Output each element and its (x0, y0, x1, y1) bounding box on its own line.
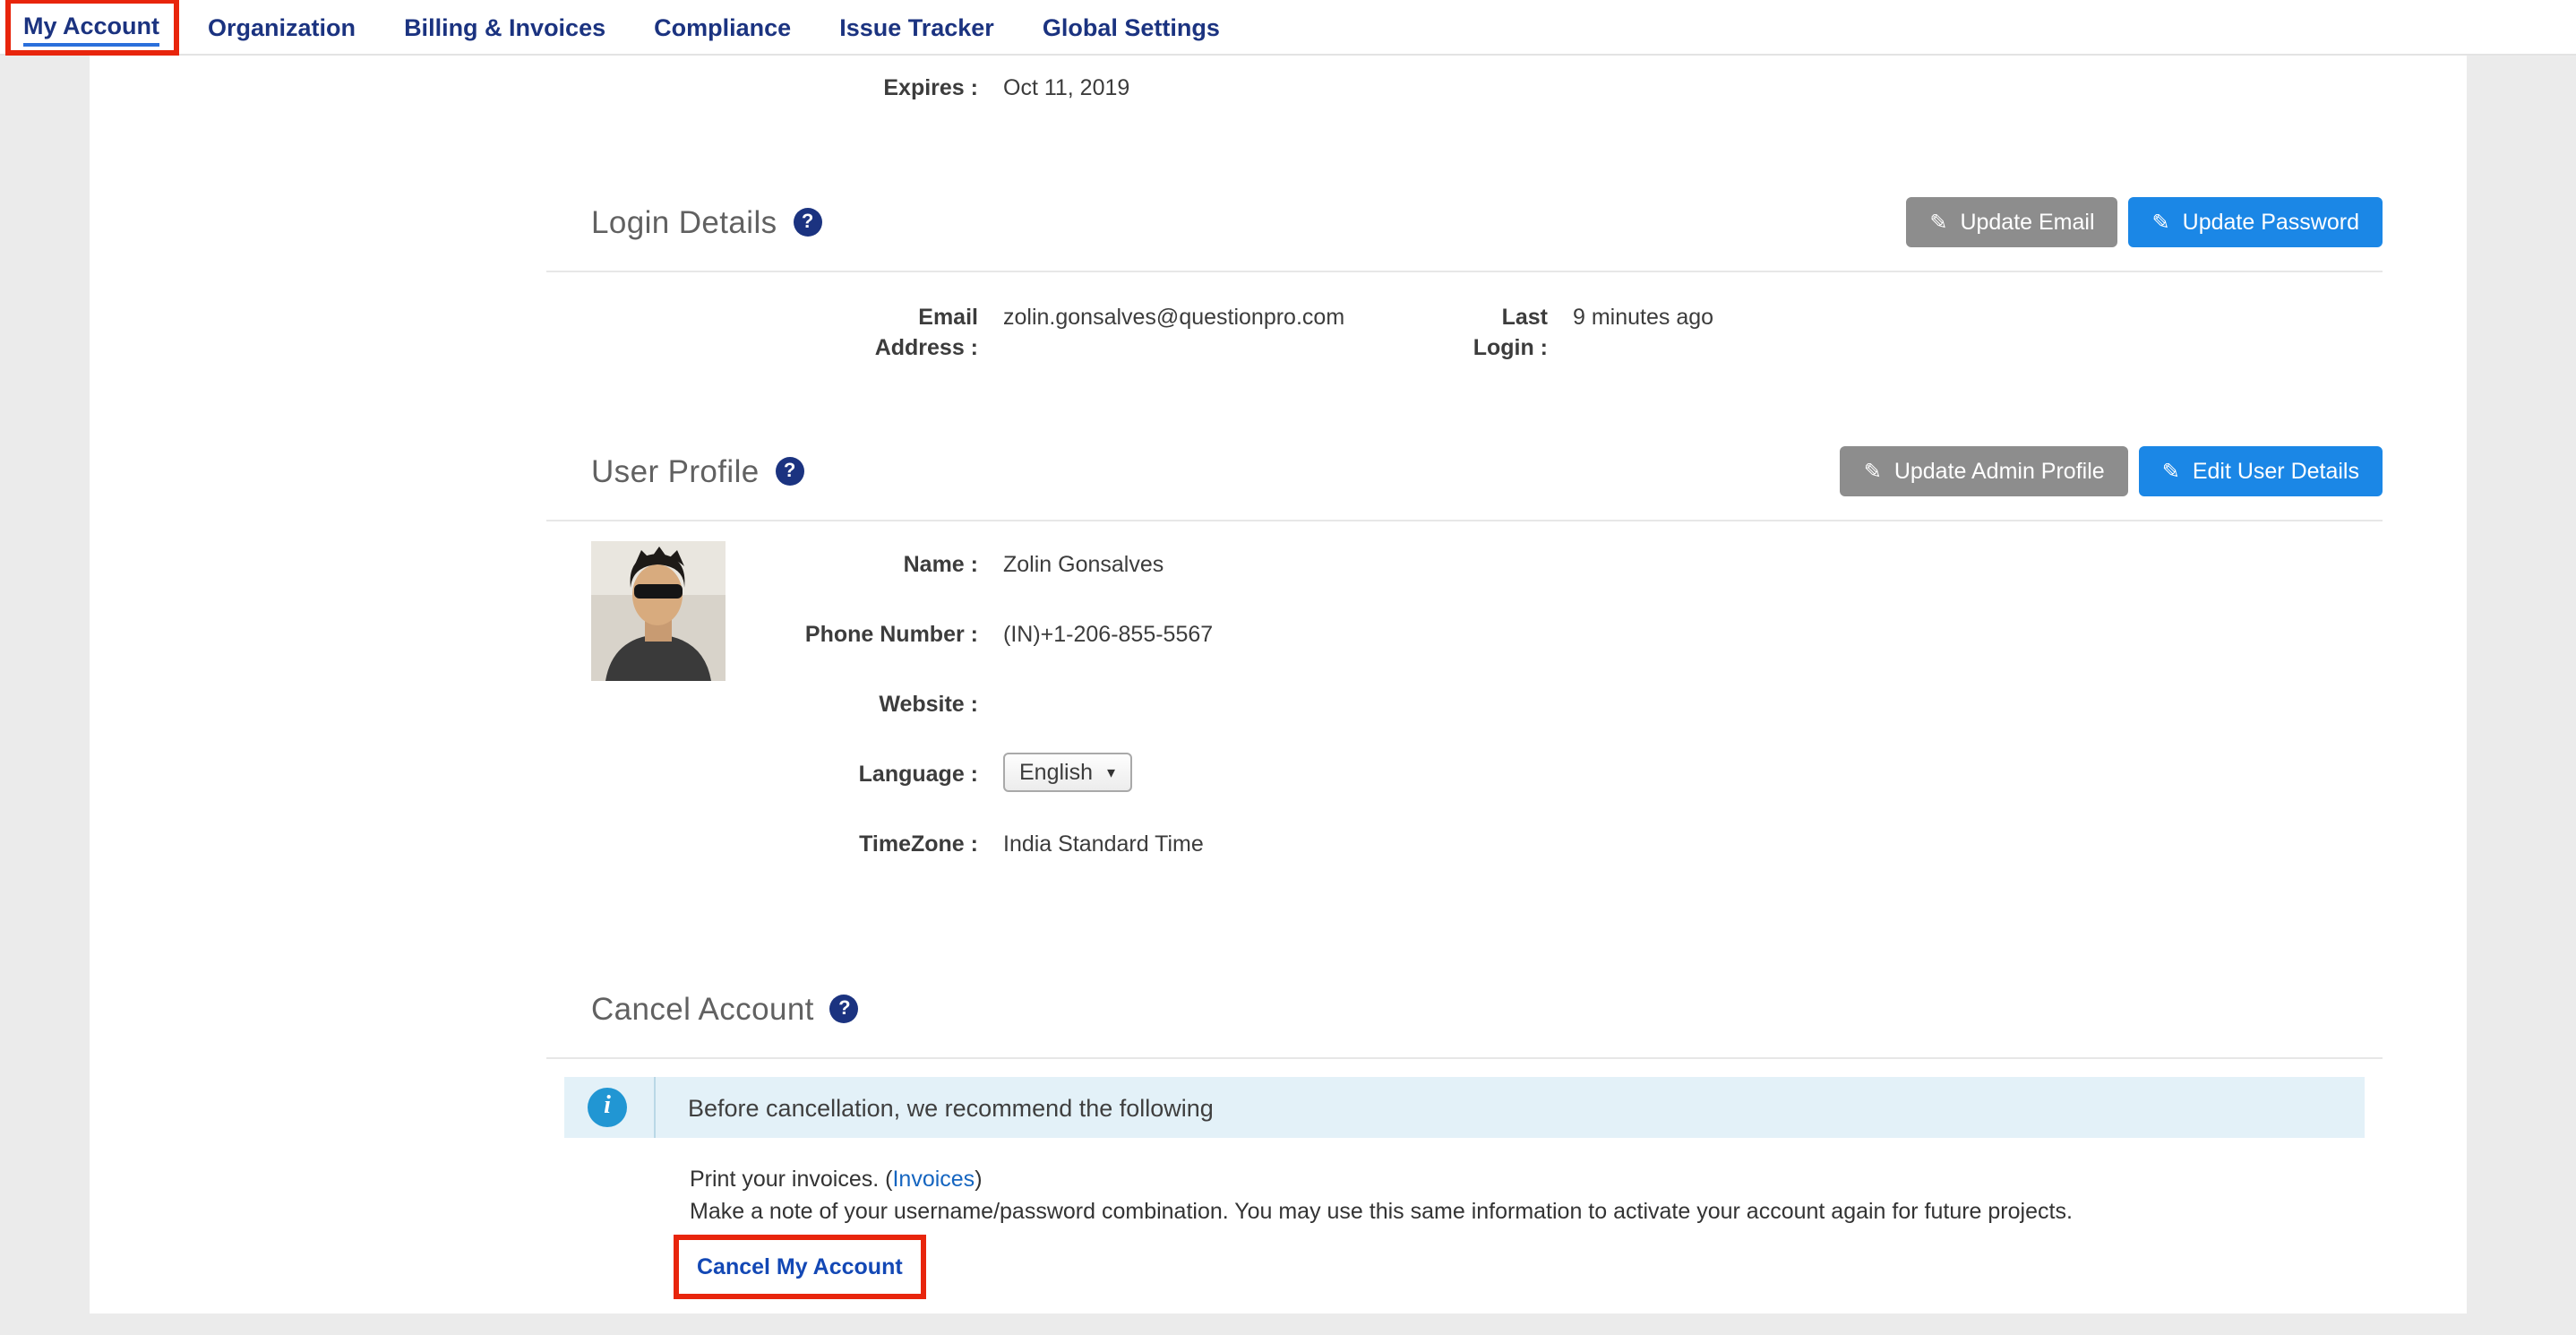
user-profile-rows: Name : Zolin Gonsalves Phone Number : (I… (781, 550, 1213, 900)
user-profile-block: Name : Zolin Gonsalves Phone Number : (I… (546, 541, 2383, 900)
help-icon[interactable]: ? (830, 995, 859, 1023)
language-select-value: English (1019, 757, 1093, 788)
profile-row-phone: Phone Number : (IN)+1-206-855-5567 (781, 620, 1213, 690)
section-divider (546, 520, 2383, 521)
cancel-account-title-group: Cancel Account ? (591, 990, 859, 1028)
tab-compliance[interactable]: Compliance (654, 13, 791, 40)
login-details-title-group: Login Details ? (591, 203, 822, 241)
cancel-info-banner-text: Before cancellation, we recommend the fo… (688, 1094, 1214, 1121)
edit-user-details-label: Edit User Details (2193, 459, 2359, 484)
cancel-instruction-line2: Make a note of your username/password co… (690, 1195, 2383, 1227)
top-navigation: My Account Organization Billing & Invoic… (0, 0, 2576, 56)
section-divider (546, 271, 2383, 272)
cancel-account-title: Cancel Account (591, 990, 814, 1028)
tab-billing-invoices[interactable]: Billing & Invoices (404, 13, 605, 40)
timezone-label: TimeZone : (781, 830, 978, 860)
banner-divider (654, 1077, 656, 1138)
website-label: Website : (781, 690, 978, 720)
user-profile-title-group: User Profile ? (591, 452, 804, 490)
section-divider (546, 1057, 2383, 1059)
tab-issue-tracker[interactable]: Issue Tracker (839, 13, 994, 40)
login-details-header: Login Details ? ✎ Update Email ✎ Update … (591, 195, 2383, 249)
tab-my-account[interactable]: My Account (23, 13, 159, 39)
last-login-value: 9 minutes ago (1573, 303, 1713, 333)
edit-icon: ✎ (1864, 459, 1882, 484)
profile-photo (591, 541, 726, 681)
update-password-label: Update Password (2183, 210, 2359, 235)
user-profile-title: User Profile (591, 452, 760, 490)
account-content: Expires : Oct 11, 2019 Login Details ? ✎… (546, 56, 2383, 1299)
login-details-title: Login Details (591, 203, 777, 241)
expires-label: Expires : (546, 73, 978, 104)
edit-icon: ✎ (2152, 210, 2170, 235)
license-expires-row: Expires : Oct 11, 2019 (546, 73, 2383, 104)
update-email-button[interactable]: ✎ Update Email (1906, 197, 2117, 247)
name-value: Zolin Gonsalves (1003, 550, 1163, 581)
login-details-buttons: ✎ Update Email ✎ Update Password (1906, 197, 2383, 247)
info-icon: i (588, 1088, 627, 1127)
chevron-down-icon: ▾ (1107, 757, 1115, 788)
cancel-info-banner: i Before cancellation, we recommend the … (564, 1077, 2365, 1138)
edit-user-details-button[interactable]: ✎ Edit User Details (2139, 446, 2383, 496)
phone-number-label: Phone Number : (781, 620, 978, 650)
user-profile-buttons: ✎ Update Admin Profile ✎ Edit User Detai… (1841, 446, 2383, 496)
email-address-value: zolin.gonsalves@questionpro.com (1003, 303, 1415, 333)
annotation-box-cancel: Cancel My Account (674, 1235, 926, 1299)
name-label: Name : (781, 550, 978, 581)
update-admin-profile-button[interactable]: ✎ Update Admin Profile (1841, 446, 2128, 496)
update-email-label: Update Email (1960, 210, 2094, 235)
timezone-value: India Standard Time (1003, 830, 1204, 860)
tab-organization[interactable]: Organization (208, 13, 356, 40)
edit-icon: ✎ (2162, 459, 2180, 484)
profile-row-name: Name : Zolin Gonsalves (781, 550, 1213, 620)
cancel-instruction-line1: Print your invoices. (Invoices) (690, 1163, 2383, 1195)
edit-icon: ✎ (1929, 210, 1947, 235)
expires-value: Oct 11, 2019 (1003, 73, 1129, 104)
print-invoices-text-suffix: ) (975, 1167, 982, 1192)
update-admin-profile-label: Update Admin Profile (1894, 459, 2105, 484)
update-password-button[interactable]: ✎ Update Password (2129, 197, 2383, 247)
user-profile-header: User Profile ? ✎ Update Admin Profile ✎ … (591, 444, 2383, 498)
print-invoices-text: Print your invoices. ( (690, 1167, 892, 1192)
cancel-my-account-link[interactable]: Cancel My Account (697, 1254, 903, 1279)
help-icon[interactable]: ? (794, 208, 822, 237)
profile-row-timezone: TimeZone : India Standard Time (781, 830, 1213, 900)
tab-my-account-wrap: My Account (23, 11, 159, 43)
phone-number-value: (IN)+1-206-855-5567 (1003, 620, 1213, 650)
last-login-label: Last Login : (1415, 303, 1548, 364)
page: My Account Organization Billing & Invoic… (0, 0, 2576, 1335)
login-details-row: Email Address : zolin.gonsalves@question… (546, 303, 2383, 364)
cancel-account-header: Cancel Account ? (591, 982, 2383, 1036)
email-address-label: Email Address : (546, 303, 978, 364)
cancel-instructions: Print your invoices. (Invoices) Make a n… (690, 1163, 2383, 1227)
language-select[interactable]: English ▾ (1003, 753, 1131, 792)
profile-row-language: Language : English ▾ (781, 760, 1213, 830)
invoices-link[interactable]: Invoices (892, 1167, 975, 1192)
language-label: Language : (781, 760, 978, 790)
profile-row-website: Website : (781, 690, 1213, 760)
tab-global-settings[interactable]: Global Settings (1043, 13, 1220, 40)
help-icon[interactable]: ? (776, 457, 804, 486)
